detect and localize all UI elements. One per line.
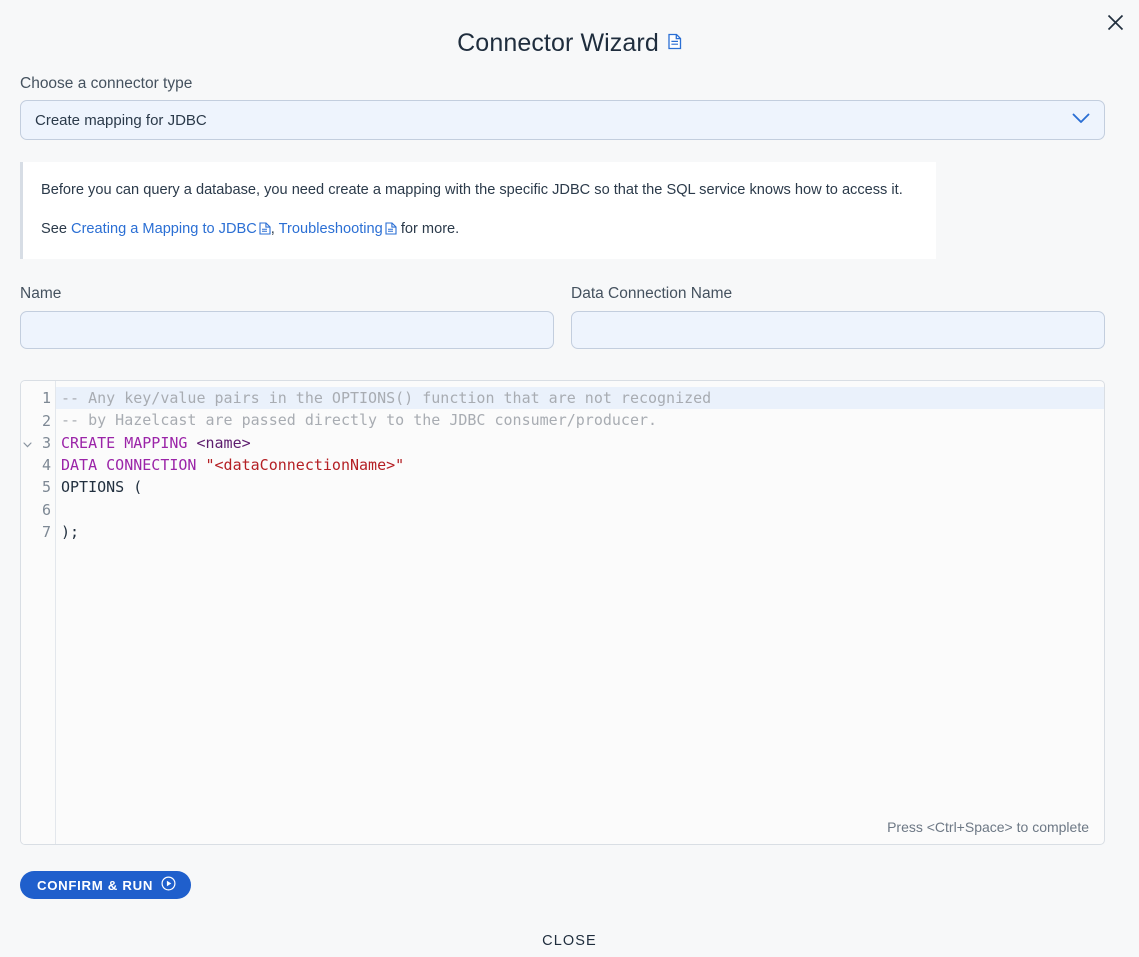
connector-type-select[interactable]: Create mapping for JDBC <box>20 100 1105 140</box>
code-token-keyword: CREATE MAPPING <box>61 434 196 452</box>
line-number-text: 4 <box>42 456 51 474</box>
line-number-text: 1 <box>42 389 51 407</box>
name-label: Name <box>20 285 554 303</box>
editor-line-number: 1 <box>21 387 55 409</box>
editor-code-line[interactable]: DATA CONNECTION "<dataConnectionName>" <box>56 454 1104 476</box>
chevron-down-icon[interactable] <box>1072 111 1090 129</box>
close-window-button[interactable] <box>1097 4 1133 40</box>
close-button-row: CLOSE <box>20 927 1119 955</box>
data-connection-name-input[interactable] <box>571 311 1105 349</box>
editor-line-number: 5 <box>21 476 55 498</box>
editor-line-number: 2 <box>21 409 55 431</box>
code-token-keyword: DATA CONNECTION <box>61 456 206 474</box>
info-see-line: See Creating a Mapping to JDBC, Troubles… <box>41 221 916 239</box>
info-see-prefix: See <box>41 221 71 237</box>
editor-code-line[interactable]: OPTIONS ( <box>56 476 1104 498</box>
info-panel: Before you can query a database, you nee… <box>20 162 936 259</box>
data-connection-name-label: Data Connection Name <box>571 285 1105 303</box>
connector-type-label: Choose a connector type <box>20 75 1119 93</box>
code-token-plain: OPTIONS ( <box>61 478 142 496</box>
editor-code-area[interactable]: -- Any key/value pairs in the OPTIONS() … <box>56 381 1104 844</box>
form-fields-row: Name Data Connection Name <box>20 285 1119 349</box>
editor-line-number: 7 <box>21 521 55 543</box>
confirm-and-run-button[interactable]: CONFIRM & RUN <box>20 871 191 899</box>
code-token-comment: -- by Hazelcast are passed directly to t… <box>61 411 657 429</box>
info-paragraph: Before you can query a database, you nee… <box>41 180 916 201</box>
page-title: Connector Wizard <box>0 0 1139 58</box>
line-number-text: 7 <box>42 523 51 541</box>
document-icon[interactable] <box>668 33 682 55</box>
link-creating-a-mapping-to-jdbc[interactable]: Creating a Mapping to JDBC <box>71 221 257 237</box>
editor-line-number: 6 <box>21 499 55 521</box>
play-circle-icon <box>161 876 176 894</box>
line-number-text: 2 <box>42 412 51 430</box>
external-doc-icon[interactable] <box>259 223 271 239</box>
page-title-text: Connector Wizard <box>457 29 659 58</box>
info-separator: , <box>271 221 279 237</box>
confirm-and-run-label: CONFIRM & RUN <box>37 878 153 893</box>
editor-autocomplete-hint: Press <Ctrl+Space> to complete <box>887 819 1089 835</box>
close-dialog-button[interactable]: CLOSE <box>528 927 611 955</box>
name-input[interactable] <box>20 311 554 349</box>
connector-type-selected-value: Create mapping for JDBC <box>35 112 207 129</box>
editor-code-line[interactable]: CREATE MAPPING <name> <box>56 432 1104 454</box>
code-token-plain: ); <box>61 523 79 541</box>
link-troubleshooting[interactable]: Troubleshooting <box>279 221 383 237</box>
editor-line-number-gutter: 1 2 3 4 5 6 7 <box>21 381 56 844</box>
line-number-text: 3 <box>42 434 51 452</box>
code-token-comment: -- Any key/value pairs in the OPTIONS() … <box>61 389 711 407</box>
line-number-text: 6 <box>42 501 51 519</box>
info-see-suffix: for more. <box>397 221 459 237</box>
code-fold-chevron-down-icon[interactable] <box>23 434 32 452</box>
editor-code-line[interactable] <box>56 499 1104 521</box>
external-doc-icon-2[interactable] <box>385 223 397 239</box>
name-field-group: Name <box>20 285 554 349</box>
code-token-ident: <name> <box>196 434 250 452</box>
editor-code-line[interactable]: -- Any key/value pairs in the OPTIONS() … <box>56 387 1104 409</box>
close-icon <box>1107 14 1124 31</box>
editor-line-number: 4 <box>21 454 55 476</box>
data-connection-name-field-group: Data Connection Name <box>571 285 1105 349</box>
line-number-text: 5 <box>42 478 51 496</box>
editor-code-line[interactable]: ); <box>56 521 1104 543</box>
editor-line-number: 3 <box>21 432 55 454</box>
code-token-string: "<dataConnectionName>" <box>206 456 405 474</box>
sql-code-editor[interactable]: 1 2 3 4 5 6 7 -- Any key/value pairs in the OP… <box>20 380 1105 845</box>
editor-code-line[interactable]: -- by Hazelcast are passed directly to t… <box>56 409 1104 431</box>
